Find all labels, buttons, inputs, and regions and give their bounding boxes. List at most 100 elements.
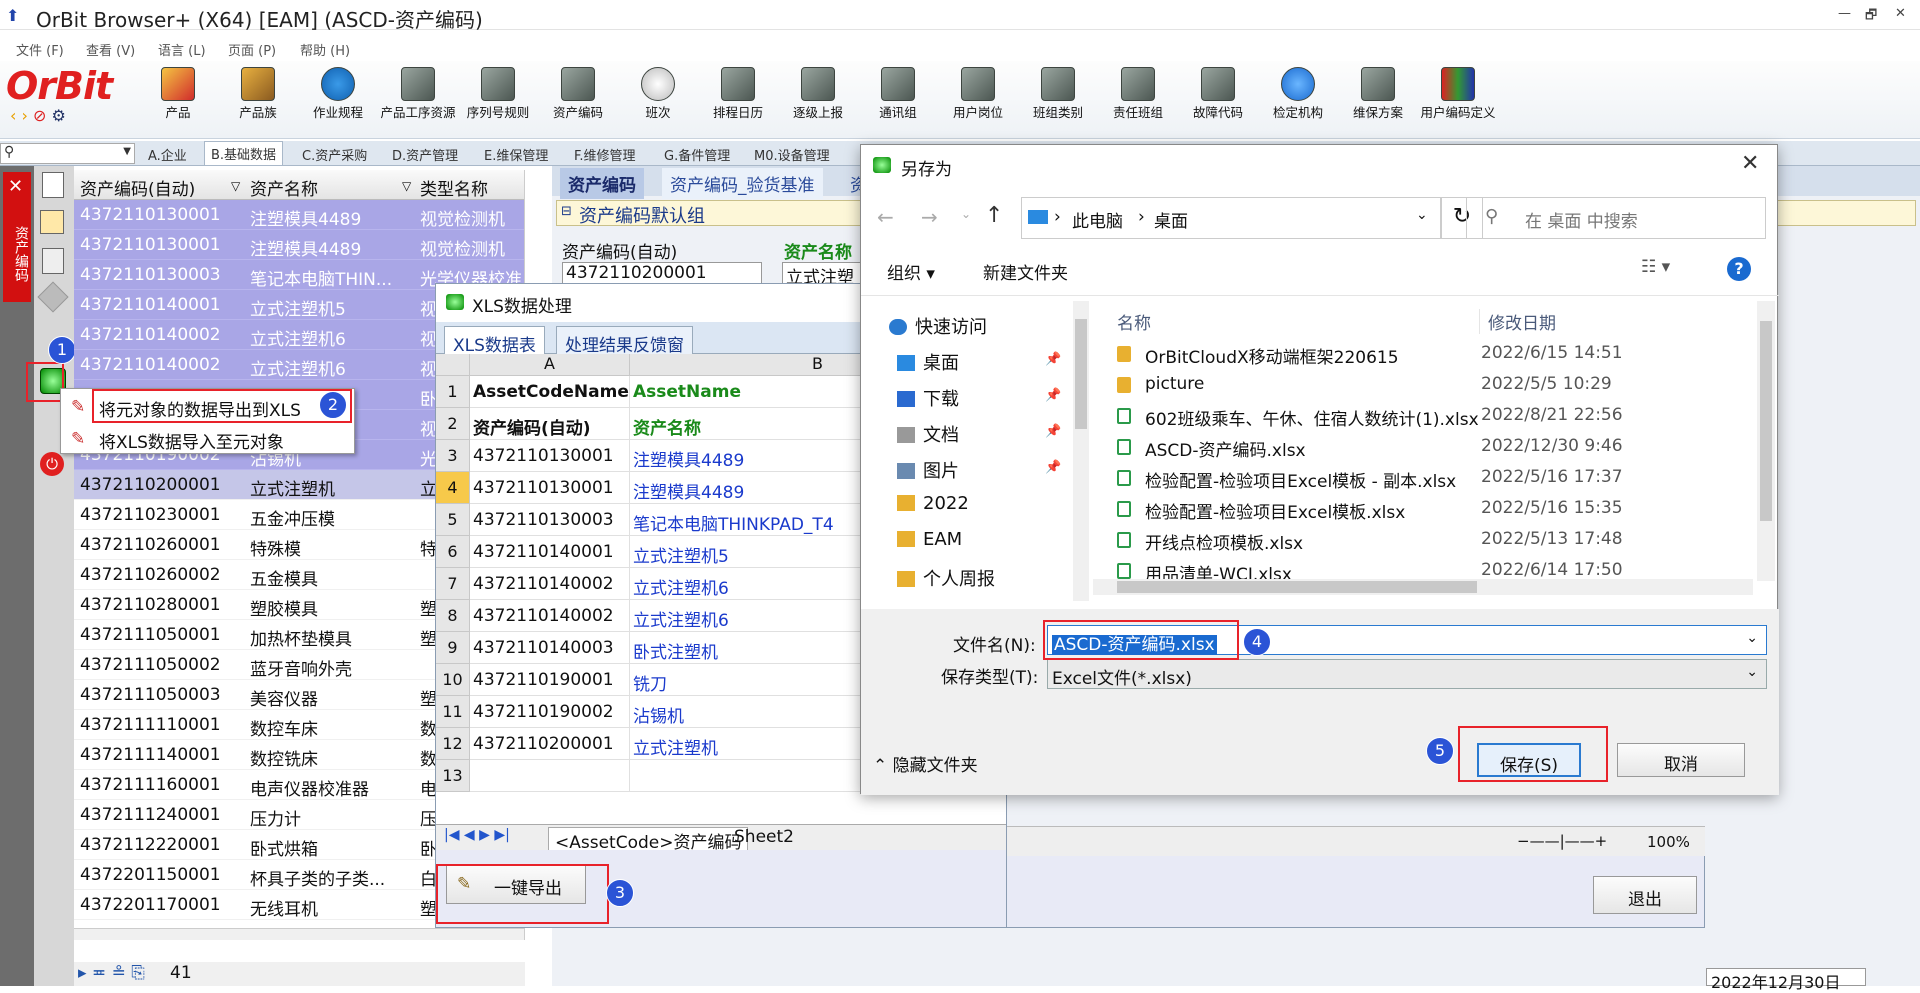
col-asset-code[interactable]: 资产编码(自动) [80,175,195,200]
toolbar-product-family[interactable]: 产品族 [220,67,296,120]
pin-icon[interactable]: 📌 [1045,460,1061,475]
tab-spare-parts[interactable]: G.备件管理 [664,145,730,164]
nav-item[interactable]: 个人周报 [897,565,995,591]
path-this-pc[interactable]: 此电脑 [1072,207,1123,232]
dropdown-icon[interactable]: ▼ [123,146,131,157]
menu-page[interactable]: 页面 (P) [228,40,276,59]
tab-repair[interactable]: F.维修管理 [574,145,636,164]
sheet-cell[interactable] [470,760,630,792]
sheet-cell[interactable]: 4372110200001 [470,728,630,760]
toolbar-comm-group[interactable]: 通讯组 [860,67,936,120]
sheet-cell[interactable]: 4372110140001 [470,536,630,568]
toolbar-responsible-team[interactable]: 责任班组 [1100,67,1176,120]
panel-tab-inspection[interactable]: 资产编码_验货基准 [662,168,823,199]
nav-icons[interactable]: ▸ ≖ ≗ ⎘ [78,963,145,983]
hide-folders-toggle[interactable]: ⌃ 隐藏文件夹 [873,751,978,776]
sheet-cell[interactable]: 4372110140002 [470,600,630,632]
nav-item[interactable]: 下载 📌 [897,385,1061,411]
row-header[interactable]: 6 [436,536,470,568]
toolbar-user-code-definition[interactable]: 用户编码定义 [1420,67,1496,120]
dialog-close-icon[interactable]: ✕ [1741,151,1759,176]
menu-file[interactable]: 文件 (F) [16,40,64,59]
back-icon[interactable]: ← [877,205,894,229]
sheet-cell[interactable]: 4372110140002 [470,568,630,600]
nav-item[interactable]: EAM [897,529,962,550]
row-header[interactable]: 1 [436,376,470,408]
col-header-date[interactable]: 修改日期 [1479,309,1556,334]
power-icon[interactable]: ⏻ [40,452,64,476]
toolbar-product[interactable]: 产品 [140,67,216,120]
toolbar-serial-rule[interactable]: 序列号规则 [460,67,536,120]
file-hscroll[interactable] [1093,579,1753,595]
cancel-button[interactable]: 取消 [1617,743,1745,777]
nav-item[interactable]: 2022 [897,493,969,514]
sheet-cell[interactable]: 资产编码(自动) [470,408,630,440]
toolbar-process-resource[interactable]: 产品工序资源 [380,67,456,120]
file-item[interactable]: 开线点检项模板.xlsx 2022/5/13 17:48 [1093,525,1779,556]
address-bar[interactable]: › 此电脑 › 桌面 ⌄ [1021,197,1441,239]
row-header[interactable]: 7 [436,568,470,600]
organize-button[interactable]: 组织 ▾ [887,259,935,284]
path-desktop[interactable]: 桌面 [1154,207,1188,232]
sheet-nav-icon[interactable]: |◀ ◀ ▶ ▶| [444,827,510,843]
pin-icon[interactable]: 📌 [1045,424,1061,439]
zoom-slider[interactable]: −——|——+ [1517,832,1607,850]
close-button[interactable]: ✕ [1895,6,1906,21]
row-header[interactable]: 2 [436,408,470,440]
file-vscroll[interactable] [1757,301,1775,581]
restore-button[interactable]: 🗗 [1865,6,1877,28]
nav-scrollbar[interactable] [1073,301,1089,601]
toolbar-schedule-calendar[interactable]: 排程日历 [700,67,776,120]
edit-icon[interactable] [42,248,64,274]
menu-language[interactable]: 语言 (L) [158,40,206,59]
col-header-a[interactable]: A [470,354,630,376]
toolbar-asset-code[interactable]: 资产编码 [540,67,616,120]
search-input[interactable]: ⚲ 在 桌面 中搜索 [1466,197,1766,239]
minimize-button[interactable]: — [1838,6,1851,21]
toolbar-escalation[interactable]: 逐级上报 [780,67,856,120]
row-header[interactable]: 9 [436,632,470,664]
file-item[interactable]: 602班级乘车、午休、住宿人数统计(1).xlsx 2022/8/21 22:56 [1093,401,1779,432]
sheet-cell[interactable]: 4372110130001 [470,472,630,504]
sheet-cell[interactable]: 4372110130001 [470,440,630,472]
help-icon[interactable]: ? [1727,257,1751,281]
toolbar-fault-code[interactable]: 故障代码 [1180,67,1256,120]
chevron-down-icon[interactable]: ⌄ [1416,207,1428,223]
tab-equipment[interactable]: M0.设备管理 [754,145,830,164]
sheet-cell[interactable]: AssetCodeName [470,376,630,408]
row-header[interactable]: 5 [436,504,470,536]
table-row[interactable]: 4372110130001 注塑模具4489 视觉检测机 [74,230,524,260]
grid-hscroll[interactable] [74,928,524,940]
table-row[interactable]: 4372110130001 注塑模具4489 视觉检测机 [74,200,524,230]
sheet-cell[interactable]: 4372110130003 [470,504,630,536]
sheet-tab-sheet2[interactable]: Sheet2 [728,827,800,847]
filter-icon[interactable]: ▽ [231,179,240,193]
row-header[interactable]: 13 [436,760,470,792]
toolbar-shift[interactable]: 班次 [620,67,696,120]
nav-item[interactable]: 快速访问 [889,313,987,339]
row-header[interactable]: 8 [436,600,470,632]
sheet-cell[interactable]: 4372110140003 [470,632,630,664]
close-tab-icon[interactable]: ✕ [8,176,23,197]
row-header[interactable]: 4 [436,472,470,504]
col-type-name[interactable]: 类型名称 [420,175,488,200]
toolbar-team-category[interactable]: 班组类别 [1020,67,1096,120]
toolbar-verification-agency[interactable]: 检定机构 [1260,67,1336,120]
file-item[interactable]: OrBitCloudX移动端框架220615 2022/6/15 14:51 [1093,339,1779,370]
new-folder-button[interactable]: 新建文件夹 [983,259,1068,284]
sheet-cell[interactable]: 4372110190001 [470,664,630,696]
copy-doc-icon[interactable] [40,210,64,234]
filetype-select[interactable]: Excel文件(*.xlsx) ⌄ [1047,659,1767,689]
file-item[interactable]: 检验配置-检验项目Excel模板.xlsx 2022/5/16 15:35 [1093,494,1779,525]
menu-view[interactable]: 查看 (V) [86,40,135,59]
row-header[interactable]: 3 [436,440,470,472]
row-header[interactable]: 12 [436,728,470,760]
view-options-icon[interactable]: ☷ ▾ [1641,257,1670,277]
quick-search-input[interactable]: ⚲ ▼ [0,143,135,164]
pin-icon[interactable]: 📌 [1045,388,1061,403]
nav-item[interactable]: 图片 📌 [897,457,1061,483]
row-header[interactable]: 10 [436,664,470,696]
nav-item[interactable]: 桌面 📌 [897,349,1061,375]
filter-icon[interactable]: ▽ [402,179,411,193]
toolbar-work-procedure[interactable]: 作业规程 [300,67,376,120]
